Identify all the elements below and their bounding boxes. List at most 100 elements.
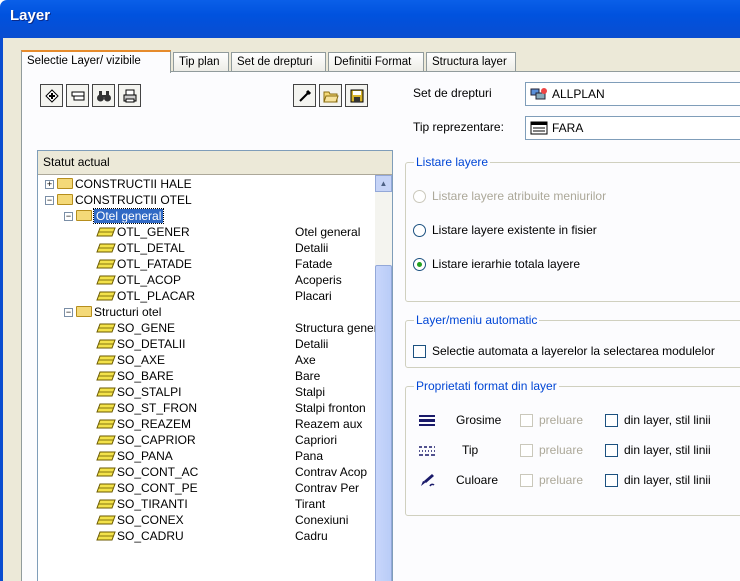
open-folder-icon — [322, 91, 339, 102]
layer-icon — [96, 291, 116, 301]
tree-node-layer[interactable]: OTL_PLACAR Placari — [96, 288, 392, 304]
color-take-label: preluare — [539, 473, 584, 487]
layer-description: Pana — [295, 449, 324, 463]
format-color-label: Culoare — [456, 473, 499, 487]
print-button[interactable] — [118, 84, 141, 107]
layer-description: Contrav Per — [295, 481, 360, 495]
layer-icon — [96, 531, 116, 541]
auto-select-checkbox[interactable] — [413, 345, 426, 358]
layer-icon — [96, 275, 116, 285]
tree-node-structuri-otel[interactable]: Structuri otel — [76, 304, 161, 320]
rights-label: Set de drepturi — [413, 86, 492, 100]
listing-title: Listare layere — [414, 155, 491, 169]
representation-icon — [530, 121, 548, 135]
tree-node-otel-general[interactable]: Otel general — [76, 208, 165, 224]
layer-icon — [96, 403, 116, 413]
expand-toggle-constructii-hale[interactable]: + — [45, 180, 54, 189]
layer-icon — [96, 451, 116, 461]
tab-set-de-drepturi[interactable]: Set de drepturi — [231, 52, 326, 72]
tab-definitii-format[interactable]: Definitii Format — [328, 52, 424, 72]
thickness-take-checkbox[interactable] — [520, 414, 533, 427]
format-group: Proprietati format din layer Grosime pre… — [405, 379, 740, 516]
layer-icon — [96, 387, 116, 397]
collapse-toggle-constructii-otel[interactable]: − — [45, 196, 54, 205]
representation-label: Tip reprezentare: — [413, 120, 504, 134]
layer-icon — [96, 467, 116, 477]
brush-color-icon — [421, 474, 435, 487]
collapse-toggle-otel-general[interactable]: − — [64, 212, 73, 221]
layer-description: Capriori — [295, 433, 338, 447]
tree-node-constructii-otel[interactable]: CONSTRUCTII OTEL — [57, 192, 192, 208]
tree-node-layer[interactable]: SO_PANA Pana — [96, 448, 392, 464]
collapse-toggle-structuri-otel[interactable]: − — [64, 308, 73, 317]
tab-structura-layer[interactable]: Structura layer — [426, 52, 516, 72]
tree-header: Statut actual — [38, 151, 392, 175]
layer-description: Conexiuni — [295, 513, 349, 527]
tree-node-layer[interactable]: SO_CONT_AC Contrav Acop — [96, 464, 392, 480]
tree-node-layer[interactable]: SO_REAZEM Reazem aux — [96, 416, 392, 432]
title-bar[interactable]: Layer — [0, 0, 740, 38]
layer-icon — [96, 259, 116, 269]
folder-icon — [76, 306, 92, 317]
tab-tip-plan[interactable]: Tip plan — [173, 52, 229, 72]
layer-description: Detalii — [295, 337, 329, 351]
layer-description: Tirant — [295, 497, 326, 511]
tree-node-layer[interactable]: OTL_FATADE Fatade — [96, 256, 392, 272]
tab-panel: Statut actual + CONSTRUCTII HALE − CONST… — [21, 71, 740, 581]
scroll-thumb[interactable] — [375, 265, 392, 581]
pick-layer-button[interactable] — [293, 84, 316, 107]
rights-field[interactable]: ALLPLAN — [525, 82, 740, 106]
layer-icon — [96, 515, 116, 525]
tree-node-layer[interactable]: SO_BARE Bare — [96, 368, 392, 384]
tree-node-layer[interactable]: SO_CONEX Conexiuni — [96, 512, 392, 528]
type-from-layer-checkbox[interactable] — [605, 444, 618, 457]
format-title: Proprietati format din layer — [414, 379, 559, 393]
radio-listing-total-label: Listare ierarhie totala layere — [432, 257, 581, 271]
tree-node-layer[interactable]: SO_AXE Axe — [96, 352, 392, 368]
color-from-layer-label: din layer, stil linii — [624, 473, 711, 487]
add-layer-button[interactable] — [40, 84, 63, 107]
tree-node-layer[interactable]: SO_CADRU Cadru — [96, 528, 392, 544]
folder-icon — [76, 210, 92, 221]
automatic-title: Layer/meniu automatic — [414, 313, 540, 327]
tree-node-layer[interactable]: OTL_ACOP Acoperis — [96, 272, 392, 288]
radio-listing-existing[interactable] — [413, 224, 426, 237]
tree-node-layer[interactable]: SO_STALPI Stalpi — [96, 384, 392, 400]
representation-field[interactable]: FARA — [525, 116, 740, 140]
tree-node-layer[interactable]: SO_DETALII Detalii — [96, 336, 392, 352]
find-button[interactable] — [92, 84, 115, 107]
radio-selected-dot — [417, 262, 422, 267]
type-take-checkbox[interactable] — [520, 444, 533, 457]
thickness-from-layer-checkbox[interactable] — [605, 414, 618, 427]
binoculars-icon — [96, 90, 111, 101]
color-from-layer-checkbox[interactable] — [605, 474, 618, 487]
layer-description: Contrav Acop — [295, 465, 368, 479]
tree-node-layer[interactable]: SO_ST_FRON Stalpi fronton — [96, 400, 392, 416]
list-button[interactable] — [66, 84, 89, 107]
tree-node-constructii-hale[interactable]: CONSTRUCTII HALE — [57, 176, 192, 192]
layer-icon — [96, 323, 116, 333]
tree-node-layer[interactable]: OTL_DETAL Detalii — [96, 240, 392, 256]
scroll-up-icon[interactable]: ▲ — [375, 175, 392, 192]
save-button[interactable] — [345, 84, 368, 107]
tree-node-layer[interactable]: SO_CONT_PE Contrav Per — [96, 480, 392, 496]
type-take-label: preluare — [539, 443, 584, 457]
radio-listing-menus[interactable] — [413, 190, 426, 203]
tree-node-layer[interactable]: OTL_GENER Otel general — [96, 224, 392, 240]
open-button[interactable] — [319, 84, 342, 107]
layer-description: Axe — [295, 353, 316, 367]
layer-description: Otel general — [295, 225, 361, 239]
listing-group: Listare layere Listare layere atribuite … — [405, 155, 740, 302]
layer-description: Reazem aux — [295, 417, 363, 431]
tab-selectie-layer[interactable]: Selectie Layer/ vizibile — [21, 50, 171, 73]
tree-node-layer[interactable]: SO_TIRANTI Tirant — [96, 496, 392, 512]
tree-scrollbar[interactable]: ▲ — [375, 175, 392, 581]
layer-description: Detalii — [295, 241, 329, 255]
rights-set-icon — [530, 88, 547, 100]
layer-tree[interactable]: Statut actual + CONSTRUCTII HALE − CONST… — [37, 150, 393, 581]
tree-node-layer[interactable]: SO_GENE Structura generala — [96, 320, 392, 336]
tree-node-layer[interactable]: SO_CAPRIOR Capriori — [96, 432, 392, 448]
color-take-checkbox[interactable] — [520, 474, 533, 487]
radio-listing-total[interactable] — [413, 258, 426, 271]
layer-icon — [96, 371, 116, 381]
